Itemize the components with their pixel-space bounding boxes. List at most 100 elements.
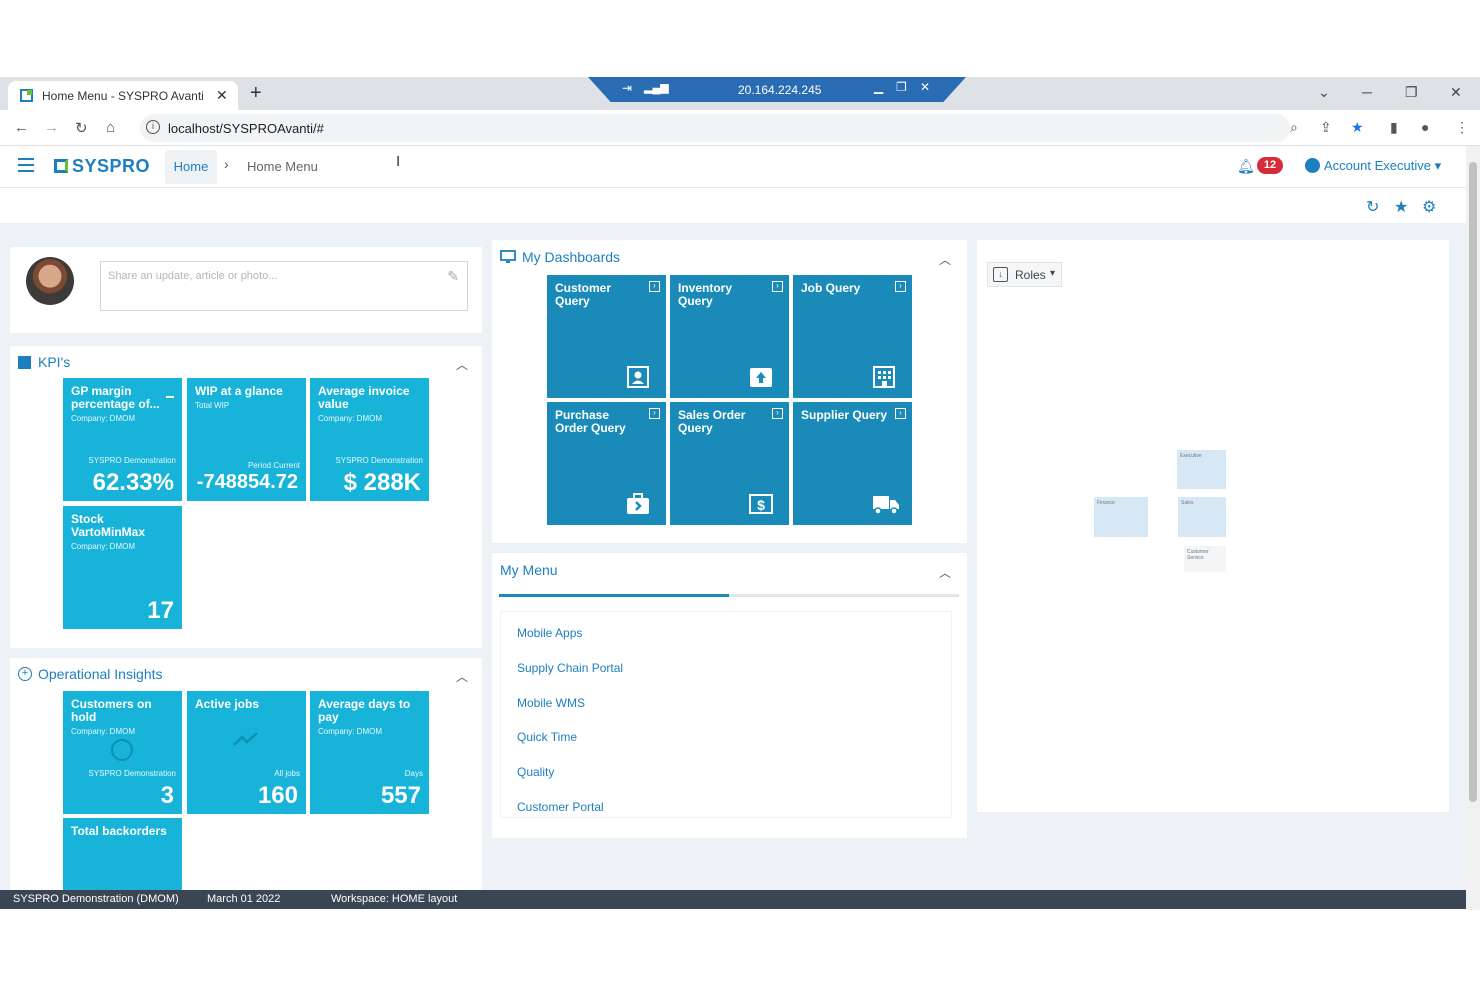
menu-item-mobile-wms[interactable]: Mobile WMS [517, 696, 585, 710]
insight-tile-value: 160 [257, 782, 298, 809]
browser-tab[interactable]: Home Menu - SYSPRO Avanti ✕ [8, 81, 238, 110]
page-scrollbar[interactable] [1466, 146, 1480, 910]
remote-minimize-icon[interactable]: ▁ [874, 80, 883, 94]
insight-tile-subtitle: Company: DMOM [318, 727, 383, 736]
open-in-icon[interactable]: › [649, 408, 660, 419]
refresh-icon[interactable]: ↻ [1366, 197, 1379, 217]
menu-item-mobile-apps[interactable]: Mobile Apps [517, 626, 582, 640]
hamburger-menu-icon[interactable] [18, 158, 34, 172]
insight-tile-active-jobs[interactable]: Active jobs All jobs 160 [187, 691, 306, 814]
window-minimize-icon[interactable]: ─ [1362, 84, 1372, 100]
bookmark-star-icon[interactable]: ★ [1351, 119, 1364, 136]
side-panel-icon[interactable]: ▮ [1390, 119, 1398, 136]
role-node-finance[interactable]: Finance [1094, 497, 1148, 537]
breadcrumb-home[interactable]: Home [165, 150, 217, 184]
browser-menu-icon[interactable]: ⋮ [1455, 119, 1469, 136]
kpi-tile-caption: SYSPRO Demonstration [335, 456, 423, 465]
menu-progress-track [499, 594, 959, 597]
new-tab-button[interactable]: + [250, 82, 262, 105]
workspace: Share an update, article or photo... ✎ K… [0, 223, 1466, 890]
tab-search-icon[interactable]: ⌄ [1318, 84, 1330, 101]
browser-tab-bar: Home Menu - SYSPRO Avanti ✕ + ⇥ ▂▄▆ 20.1… [0, 77, 1480, 110]
kpi-tile-title: Average invoice value [318, 384, 410, 411]
collapse-chevron-icon[interactable]: ︿ [456, 668, 468, 685]
role-node-sales[interactable]: Sales [1178, 497, 1226, 537]
kpi-tile-stock[interactable]: Stock VartoMinMax Company: DMOM 17 [63, 506, 182, 629]
share-update-input[interactable]: Share an update, article or photo... ✎ [100, 261, 468, 311]
menu-list: Mobile Apps Supply Chain Portal Mobile W… [500, 611, 952, 818]
menu-item-quality[interactable]: Quality [517, 765, 554, 779]
role-node-executive[interactable]: Executive [1177, 450, 1226, 489]
account-menu[interactable]: Account Executive ▾ [1305, 158, 1441, 174]
chevron-down-icon: ▾ [1050, 268, 1056, 279]
collapse-chevron-icon[interactable]: ︿ [456, 356, 468, 373]
kpi-tile-subtitle: Company: DMOM [71, 414, 136, 423]
bell-icon[interactable]: 🔔︎ [1237, 158, 1255, 175]
back-icon[interactable]: ← [14, 119, 29, 136]
dashboard-tile-purchase-order-query[interactable]: Purchase Order Query › [547, 402, 666, 525]
notification-badge[interactable]: 12 [1257, 157, 1283, 174]
insights-title: Operational Insights [38, 666, 163, 682]
dashboard-tile-supplier-query[interactable]: Supplier Query › [793, 402, 912, 525]
open-in-icon[interactable]: › [895, 408, 906, 419]
status-company: SYSPRO Demonstration (DMOM) [13, 893, 179, 905]
window-restore-icon[interactable]: ❐ [1405, 84, 1418, 101]
collapse-chevron-icon[interactable]: ︿ [939, 251, 951, 268]
open-in-icon[interactable]: › [772, 281, 783, 292]
kpi-tile-gp-margin[interactable]: GP margin percentage of... Company: DMOM… [63, 378, 182, 501]
briefcase-icon [627, 493, 649, 514]
pencil-icon[interactable]: ✎ [447, 268, 459, 285]
zoom-icon[interactable]: ⌕ [1290, 119, 1298, 136]
insight-tile-average-days-to-pay[interactable]: Average days to pay Company: DMOM Days 5… [310, 691, 429, 814]
open-in-icon[interactable]: › [649, 281, 660, 292]
roles-label: Roles [1015, 268, 1046, 282]
syspro-favicon-icon [20, 89, 33, 102]
home-icon[interactable]: ⌂ [106, 119, 115, 136]
insight-tile-customers-on-hold[interactable]: Customers on hold Company: DMOM SYSPRO D… [63, 691, 182, 814]
user-avatar[interactable] [26, 257, 74, 305]
tab-close-icon[interactable]: ✕ [216, 87, 228, 104]
monitor-icon [500, 250, 516, 263]
insight-tile-value: 557 [380, 782, 421, 809]
chevron-down-icon: ▾ [1434, 158, 1442, 173]
menu-item-customer-portal[interactable]: Customer Portal [517, 800, 604, 814]
reload-icon[interactable]: ↻ [75, 119, 88, 137]
dashboard-tile-sales-order-query[interactable]: Sales Order Query › $ [670, 402, 789, 525]
dashboard-tile-customer-query[interactable]: Customer Query › [547, 275, 666, 398]
pin-icon[interactable]: ⇥ [622, 81, 632, 95]
dashboard-tile-title: Customer Query [555, 281, 612, 308]
my-menu-panel: My Menu ︿ Mobile Apps Supply Chain Porta… [492, 553, 967, 838]
kpi-tile-subtitle: Company: DMOM [318, 414, 383, 423]
syspro-logo[interactable]: SYSPRO [54, 156, 150, 177]
feed-panel: Share an update, article or photo... ✎ [10, 247, 482, 333]
open-in-icon[interactable]: › [895, 281, 906, 292]
site-info-icon[interactable]: i [146, 120, 160, 134]
remote-restore-icon[interactable]: ❐ [896, 80, 907, 94]
menu-item-supply-chain-portal[interactable]: Supply Chain Portal [517, 661, 623, 675]
remote-close-icon[interactable]: ✕ [920, 80, 930, 94]
building-icon [873, 366, 895, 388]
profile-icon[interactable]: ● [1421, 119, 1429, 135]
window-close-icon[interactable]: ✕ [1450, 84, 1462, 101]
scrollbar-thumb[interactable] [1469, 162, 1477, 802]
kpi-tile-average-invoice[interactable]: Average invoice value Company: DMOM SYSP… [310, 378, 429, 501]
kpi-tile-subtitle: Company: DMOM [71, 542, 136, 551]
share-icon[interactable]: ⇪ [1320, 119, 1332, 136]
dashboard-tile-title: Supplier Query [801, 408, 888, 422]
favorite-star-icon[interactable]: ★ [1394, 197, 1408, 217]
role-node-customer-service[interactable]: Customer Service [1184, 546, 1226, 572]
truck-icon [873, 496, 899, 515]
url-field[interactable]: i localhost/SYSPROAvanti/# [140, 114, 1290, 142]
menu-item-quick-time[interactable]: Quick Time [517, 730, 577, 744]
forward-icon[interactable]: → [44, 119, 59, 136]
dashboard-tile-inventory-query[interactable]: Inventory Query › [670, 275, 789, 398]
logo-text: SYSPRO [72, 156, 151, 176]
open-in-icon[interactable]: › [772, 408, 783, 419]
dashboard-tile-job-query[interactable]: Job Query › [793, 275, 912, 398]
kpi-tile-wip[interactable]: WIP at a glance Total WIP Period Current… [187, 378, 306, 501]
collapse-chevron-icon[interactable]: ︿ [939, 564, 951, 581]
minimize-icon[interactable] [166, 396, 174, 398]
insight-tile-total-backorders[interactable]: Total backorders [63, 818, 182, 890]
settings-gear-icon[interactable]: ⚙ [1422, 197, 1436, 217]
roles-dropdown[interactable]: ↓ Roles ▾ [987, 262, 1062, 287]
